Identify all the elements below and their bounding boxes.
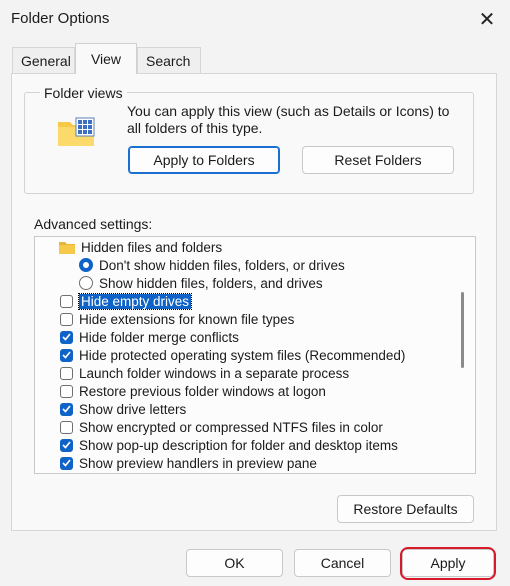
advanced-settings-label: Advanced settings: bbox=[34, 216, 153, 232]
tab-general-label: General bbox=[21, 52, 71, 69]
checkbox-hide-extensions[interactable]: Hide extensions for known file types bbox=[60, 310, 294, 328]
checkbox-show-popup-description[interactable]: Show pop-up description for folder and d… bbox=[60, 436, 398, 454]
tab-search-label: Search bbox=[146, 52, 191, 69]
list-item-label: Don't show hidden files, folders, or dri… bbox=[99, 257, 345, 273]
tab-view[interactable]: View bbox=[75, 43, 137, 74]
checkbox-unchecked-icon[interactable] bbox=[60, 294, 73, 308]
checkbox-unchecked-icon[interactable] bbox=[60, 420, 73, 434]
checkbox-checked-icon[interactable] bbox=[60, 402, 73, 416]
window-title: Folder Options bbox=[11, 10, 110, 27]
cancel-button[interactable]: Cancel bbox=[294, 549, 391, 577]
apply-to-folders-label: Apply to Folders bbox=[153, 152, 255, 168]
list-item-label: Show pop-up description for folder and d… bbox=[79, 437, 398, 453]
restore-defaults-button[interactable]: Restore Defaults bbox=[337, 495, 474, 523]
checkbox-checked-icon[interactable] bbox=[60, 330, 73, 344]
checkbox-checked-icon[interactable] bbox=[60, 456, 73, 470]
checkbox-checked-icon[interactable] bbox=[60, 438, 73, 452]
checkbox-checked-icon[interactable] bbox=[60, 348, 73, 362]
tab-general[interactable]: General bbox=[12, 47, 75, 73]
folder-grid-icon bbox=[58, 117, 95, 146]
reset-folders-button[interactable]: Reset Folders bbox=[302, 146, 454, 174]
cancel-label: Cancel bbox=[320, 555, 365, 571]
list-item-label: Launch folder windows in a separate proc… bbox=[79, 365, 350, 381]
checkmark-icon bbox=[62, 459, 71, 467]
list-item-label: Show encrypted or compressed NTFS files … bbox=[79, 419, 383, 435]
radio-show-hidden[interactable]: Show hidden files, folders, and drives bbox=[79, 274, 323, 292]
radio-selected-icon[interactable] bbox=[79, 258, 93, 272]
folder-views-title: Folder views bbox=[40, 85, 127, 101]
restore-defaults-label: Restore Defaults bbox=[353, 501, 458, 517]
checkmark-icon bbox=[62, 333, 71, 341]
title-bar: Folder Options ✕ bbox=[0, 0, 510, 38]
checkbox-unchecked-icon[interactable] bbox=[60, 312, 73, 326]
checkbox-show-preview-handlers[interactable]: Show preview handlers in preview pane bbox=[60, 454, 317, 472]
close-button[interactable]: ✕ bbox=[464, 0, 510, 38]
close-icon: ✕ bbox=[478, 8, 496, 31]
radio-dont-show-hidden[interactable]: Don't show hidden files, folders, or dri… bbox=[79, 256, 345, 274]
checkmark-icon bbox=[62, 351, 71, 359]
checkbox-hide-protected-files[interactable]: Hide protected operating system files (R… bbox=[60, 346, 405, 364]
list-item-label: Hide protected operating system files (R… bbox=[79, 347, 406, 363]
ok-button[interactable]: OK bbox=[186, 549, 283, 577]
reset-folders-label: Reset Folders bbox=[334, 152, 422, 168]
checkbox-show-encrypted-color[interactable]: Show encrypted or compressed NTFS files … bbox=[60, 418, 383, 436]
checkbox-hide-merge-conflicts[interactable]: Hide folder merge conflicts bbox=[60, 328, 239, 346]
checkbox-unchecked-icon[interactable] bbox=[60, 366, 73, 380]
list-item-hidden-files-folder: Hidden files and folders bbox=[59, 238, 222, 256]
checkbox-hide-empty-drives[interactable]: Hide empty drives bbox=[60, 292, 193, 310]
list-item-label-selected: Hide empty drives bbox=[77, 292, 193, 310]
checkmark-icon bbox=[62, 441, 71, 449]
tab-view-label: View bbox=[90, 51, 122, 67]
checkbox-launch-separate-process[interactable]: Launch folder windows in a separate proc… bbox=[60, 364, 349, 382]
list-item-label: Show drive letters bbox=[79, 401, 187, 417]
checkbox-show-drive-letters[interactable]: Show drive letters bbox=[60, 400, 186, 418]
folder-views-description: You can apply this view (such as Details… bbox=[127, 103, 450, 136]
radio-unselected-icon[interactable] bbox=[79, 276, 93, 290]
list-scrollbar-thumb[interactable] bbox=[461, 292, 464, 368]
list-item-label: Show preview handlers in preview pane bbox=[79, 455, 317, 471]
checkbox-unchecked-icon[interactable] bbox=[60, 384, 73, 398]
list-item-label: Hide folder merge conflicts bbox=[79, 329, 239, 345]
folder-icon bbox=[59, 241, 75, 254]
checkmark-icon bbox=[62, 405, 71, 413]
list-item-label: Hide extensions for known file types bbox=[79, 311, 295, 327]
ok-label: OK bbox=[224, 555, 245, 571]
list-item-label: Hidden files and folders bbox=[81, 239, 223, 255]
list-item-label: Show hidden files, folders, and drives bbox=[99, 275, 323, 291]
folder-options-dialog: Folder Options ✕ General View Search Fol… bbox=[0, 0, 510, 586]
list-item-label: Restore previous folder windows at logon bbox=[79, 383, 326, 399]
apply-to-folders-button[interactable]: Apply to Folders bbox=[128, 146, 280, 174]
checkbox-restore-windows[interactable]: Restore previous folder windows at logon bbox=[60, 382, 326, 400]
tab-search[interactable]: Search bbox=[137, 47, 201, 73]
apply-highlight-ring bbox=[400, 547, 496, 580]
advanced-settings-list[interactable]: Hidden files and folders Don't show hidd… bbox=[34, 236, 476, 474]
